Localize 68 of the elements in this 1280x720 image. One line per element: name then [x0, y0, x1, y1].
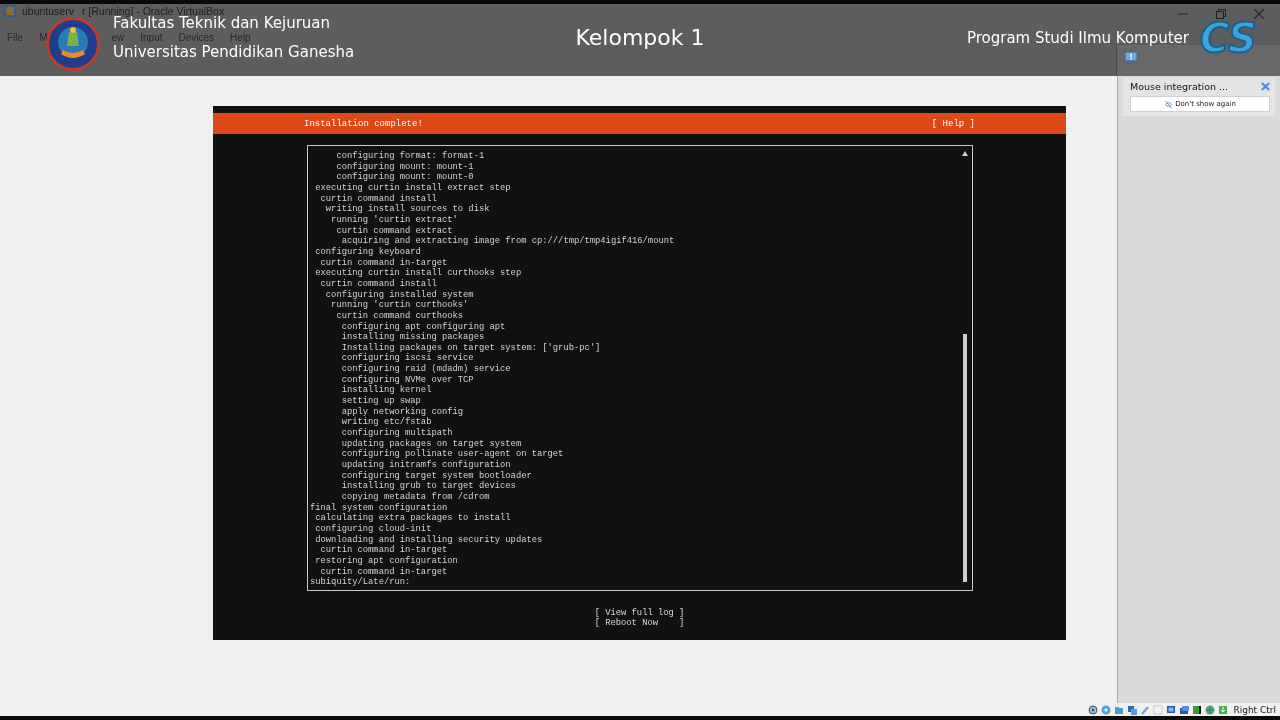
screens-icon[interactable]: [1179, 704, 1190, 715]
log-line: curtin command extract: [335, 225, 454, 236]
log-line: installing missing packages: [340, 332, 486, 343]
log-line: running 'curtin extract': [330, 214, 459, 226]
log-line: writing install sources to disk: [324, 204, 491, 215]
log-line: updating packages on target system: [340, 438, 523, 449]
log-line: installing kernel: [340, 385, 433, 396]
log-line: calculating extra packages to install: [314, 513, 512, 524]
close-icon[interactable]: [1254, 9, 1264, 19]
folder-icon[interactable]: [1114, 704, 1125, 715]
log-line: configuring format: format-1: [335, 151, 486, 162]
log-line: configuring pollinate user-agent on target: [340, 449, 565, 460]
scroll-up-icon[interactable]: [962, 151, 968, 156]
window-title: ubuntuserv: [22, 5, 74, 17]
installer-button[interactable]: [ Reboot Now ]: [594, 618, 685, 629]
download-icon[interactable]: [1218, 704, 1229, 715]
university-name: Universitas Pendidikan Ganesha: [113, 44, 355, 60]
notification-title: Mouse integration ...: [1130, 81, 1229, 92]
log-line: updating initramfs configuration: [340, 460, 512, 471]
log-line: final system configuration: [310, 502, 449, 513]
log-line: curtin command install: [319, 193, 438, 204]
log-line: configuring multipath: [340, 428, 454, 439]
log-line: configuring iscsi service: [340, 353, 475, 364]
log-line: acquiring and extracting image from cp:///tmp/tmp4igif416/mount: [340, 236, 676, 247]
message-icon[interactable]: [1124, 51, 1138, 65]
host-key-label: Right Ctrl: [1233, 704, 1276, 715]
help-button[interactable]: [ Help ]: [931, 118, 975, 129]
log-line: configuring keyboard: [314, 246, 422, 258]
log-line: curtin command in-target: [319, 545, 449, 556]
log-line: subiquity/Late/run:: [310, 577, 412, 588]
log-line: configuring NVMe over TCP: [340, 374, 475, 385]
globe-icon[interactable]: [1205, 704, 1216, 715]
program-name: Program Studi Ilmu Komputer: [966, 29, 1189, 47]
log-line: executing curtin install curthooks step: [314, 268, 523, 279]
log-line: configuring apt configuring apt: [340, 321, 507, 332]
emblem-icon: [45, 16, 101, 72]
log-line: configuring mount: mount-0: [335, 172, 475, 183]
log-line: writing etc/fstab: [340, 417, 433, 428]
log-line: curtin command install: [319, 278, 438, 290]
log-line: configuring raid (mdadm) service: [340, 364, 512, 375]
display-icon[interactable]: [1166, 704, 1177, 715]
log-line: copying metadata from /cdrom: [340, 492, 491, 503]
log-line: setting up swap: [340, 396, 422, 407]
scroll-thumb[interactable]: [963, 334, 967, 582]
log-line: configuring installed system: [324, 289, 475, 300]
log-line: configuring cloud-init: [314, 523, 433, 535]
log-line: configuring mount: mount-1: [335, 161, 475, 172]
installer-button[interactable]: [ View full log ]: [594, 608, 685, 619]
logo: CS: [1200, 14, 1257, 62]
banner-title: Kelompok 1: [574, 25, 706, 50]
log-line: curtin command in-target: [319, 566, 449, 577]
log-line: apply networking config: [340, 406, 465, 417]
log-line: restoring apt configuration: [314, 555, 459, 567]
header-title: Installation complete!: [304, 118, 423, 129]
log-line: installing grub to target devices: [340, 481, 517, 492]
log-line: running 'curtin curthooks': [330, 300, 470, 311]
log-line: downloading and installing security updates: [314, 534, 544, 545]
log-line: executing curtin install extract step: [314, 182, 512, 194]
app-icon: [4, 5, 16, 17]
hidden-icon: [1164, 99, 1174, 109]
faculty-name: Fakultas Teknik dan Kejuruan: [113, 15, 331, 31]
log-line: curtin command in-target: [319, 257, 449, 268]
disk-icon[interactable]: [1088, 704, 1099, 715]
close-icon[interactable]: [1261, 82, 1270, 91]
restore-icon[interactable]: [1216, 9, 1226, 19]
log-line: configuring target system bootloader: [340, 470, 533, 481]
log-line: curtin command curthooks: [335, 310, 465, 322]
log-line: Installing packages on target system: ['grub-pc']: [340, 342, 602, 353]
